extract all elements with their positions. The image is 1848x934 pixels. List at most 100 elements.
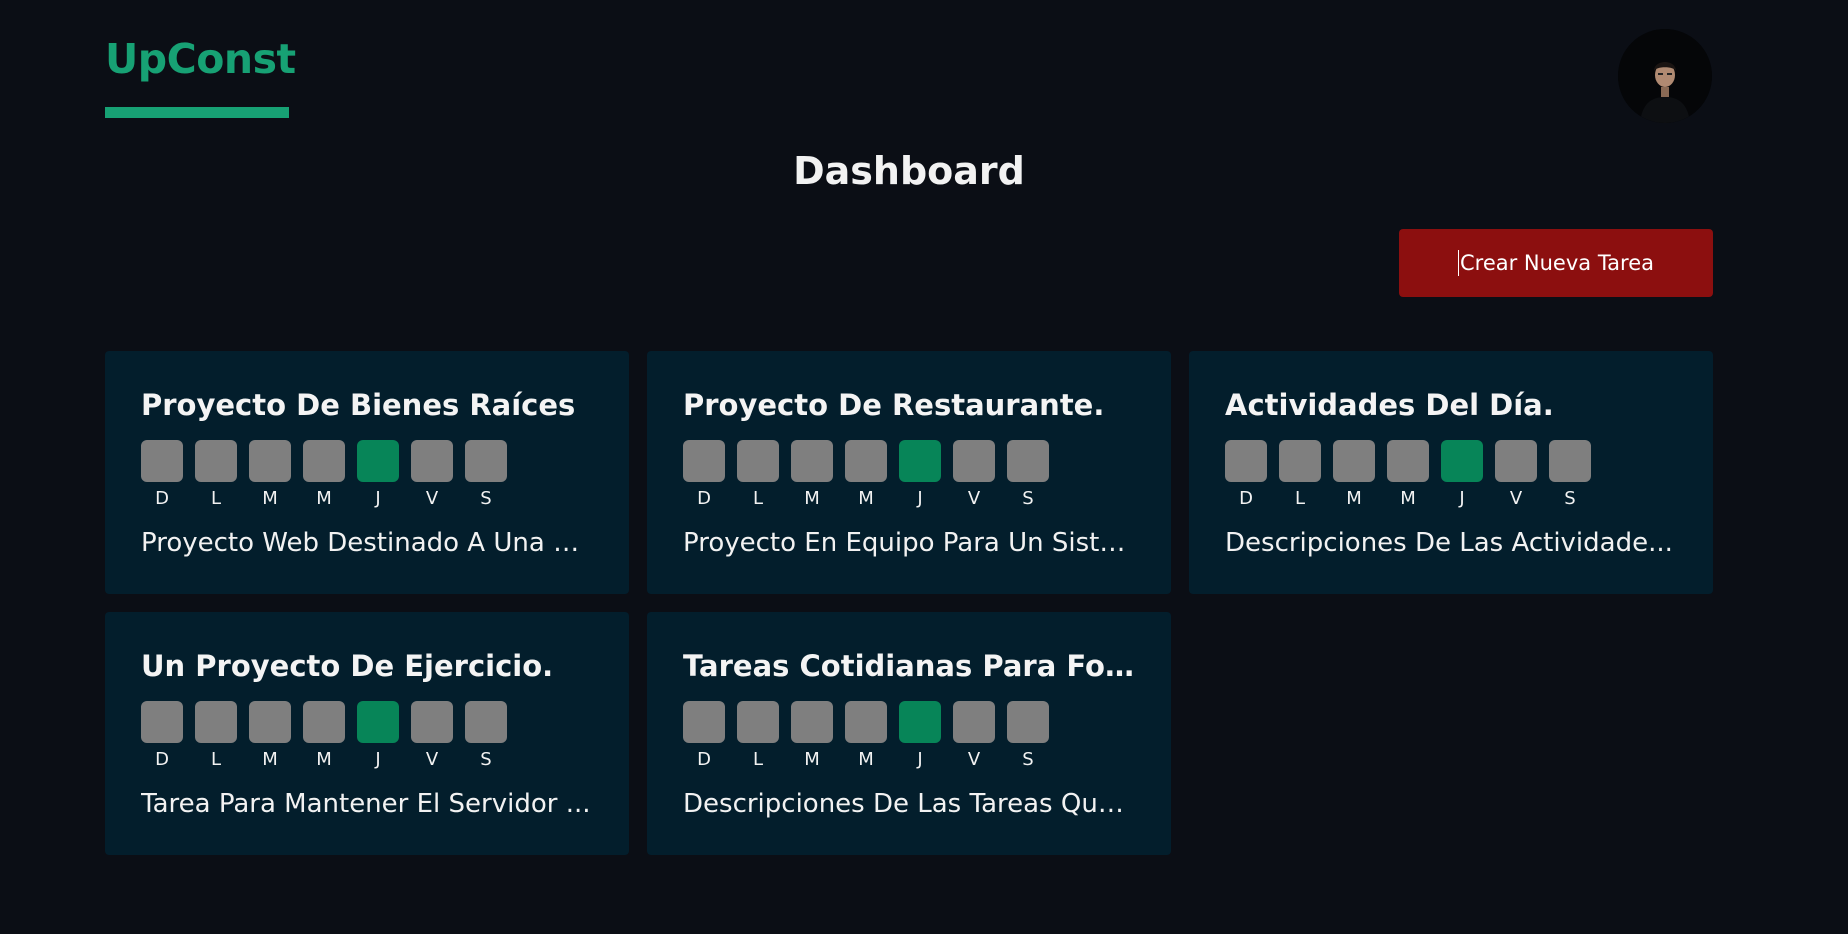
weekday-tracker: DLMMJVS — [683, 701, 1049, 771]
weekday-checkbox[interactable] — [683, 440, 725, 482]
weekday-item: M — [1333, 440, 1375, 510]
task-title: Proyecto De Restaurante. — [683, 388, 1105, 422]
weekday-label: M — [1400, 488, 1416, 509]
weekday-checkbox[interactable] — [953, 440, 995, 482]
weekday-item: L — [195, 440, 237, 510]
task-title: Proyecto De Bienes Raíces — [141, 388, 576, 422]
weekday-checkbox[interactable] — [737, 440, 779, 482]
weekday-checkbox[interactable] — [845, 701, 887, 743]
weekday-label: M — [804, 749, 820, 770]
weekday-checkbox[interactable] — [195, 701, 237, 743]
user-avatar-icon — [1618, 29, 1712, 123]
task-description: Tarea Para Mantener El Servidor ... — [141, 789, 591, 819]
brand-logo[interactable]: UpConst — [105, 34, 296, 84]
weekday-checkbox[interactable] — [411, 701, 453, 743]
weekday-label: D — [697, 488, 711, 509]
weekday-item: M — [791, 701, 833, 771]
weekday-checkbox[interactable] — [303, 440, 345, 482]
weekday-checkbox[interactable] — [1387, 440, 1429, 482]
weekday-item: M — [791, 440, 833, 510]
weekday-checkbox[interactable] — [249, 440, 291, 482]
weekday-label: V — [425, 488, 439, 509]
weekday-item: V — [411, 440, 453, 510]
weekday-checkbox[interactable] — [465, 440, 507, 482]
weekday-checkbox[interactable] — [357, 701, 399, 743]
weekday-checkbox[interactable] — [683, 701, 725, 743]
weekday-label: V — [967, 488, 981, 509]
weekday-checkbox[interactable] — [465, 701, 507, 743]
task-card[interactable]: Tareas Cotidianas Para Fort... D L M M J V S Des… — [647, 612, 1171, 855]
weekday-label: J — [1459, 488, 1465, 509]
weekday-item: L — [1279, 440, 1321, 510]
weekday-label: D — [1239, 488, 1253, 509]
weekday-label: M — [262, 749, 278, 770]
weekday-label: M — [804, 488, 820, 509]
weekday-label: V — [425, 749, 439, 770]
task-card[interactable]: Proyecto De Restaurante. D L M M J V S Proyecto … — [647, 351, 1171, 594]
weekday-checkbox[interactable] — [953, 701, 995, 743]
weekday-checkbox[interactable] — [411, 440, 453, 482]
weekday-checkbox[interactable] — [141, 701, 183, 743]
weekday-label: D — [697, 749, 711, 770]
weekday-item: S — [1007, 440, 1049, 510]
weekday-checkbox[interactable] — [141, 440, 183, 482]
weekday-label: V — [967, 749, 981, 770]
weekday-label: S — [480, 749, 492, 770]
weekday-item: J — [899, 701, 941, 771]
weekday-label: S — [1022, 488, 1034, 509]
weekday-tracker: DLMMJVS — [683, 440, 1049, 510]
weekday-checkbox[interactable] — [899, 701, 941, 743]
weekday-label: M — [316, 488, 332, 509]
task-card[interactable]: Un Proyecto De Ejercicio. D L M M J V S Tarea Pa… — [105, 612, 629, 855]
weekday-label: D — [155, 749, 169, 770]
weekday-item: S — [465, 701, 507, 771]
weekday-tracker: DLMMJVS — [141, 701, 507, 771]
weekday-label: S — [480, 488, 492, 509]
weekday-item: J — [357, 440, 399, 510]
weekday-checkbox[interactable] — [1495, 440, 1537, 482]
weekday-label: M — [262, 488, 278, 509]
weekday-item: M — [845, 440, 887, 510]
avatar[interactable] — [1618, 29, 1712, 123]
weekday-label: J — [375, 488, 381, 509]
weekday-checkbox[interactable] — [1279, 440, 1321, 482]
weekday-item: M — [249, 440, 291, 510]
task-title: Un Proyecto De Ejercicio. — [141, 649, 554, 683]
weekday-checkbox[interactable] — [845, 440, 887, 482]
weekday-item: V — [953, 440, 995, 510]
weekday-checkbox[interactable] — [1333, 440, 1375, 482]
weekday-checkbox[interactable] — [1007, 701, 1049, 743]
weekday-label: S — [1564, 488, 1576, 509]
weekday-item: J — [1441, 440, 1483, 510]
weekday-checkbox[interactable] — [249, 701, 291, 743]
weekday-checkbox[interactable] — [791, 701, 833, 743]
dashboard-page: UpConst Dashboard Crear Nueva Tarea Proy… — [0, 0, 1848, 934]
weekday-checkbox[interactable] — [899, 440, 941, 482]
weekday-tracker: DLMMJVS — [141, 440, 507, 510]
weekday-checkbox[interactable] — [1549, 440, 1591, 482]
weekday-checkbox[interactable] — [1007, 440, 1049, 482]
weekday-item: V — [953, 701, 995, 771]
weekday-item: D — [683, 440, 725, 510]
weekday-label: M — [316, 749, 332, 770]
task-description: Descripciones De Las Actividade... — [1225, 528, 1673, 558]
weekday-tracker: DLMMJVS — [1225, 440, 1591, 510]
text-cursor — [1457, 250, 1459, 276]
weekday-item: D — [1225, 440, 1267, 510]
weekday-checkbox[interactable] — [1441, 440, 1483, 482]
weekday-checkbox[interactable] — [1225, 440, 1267, 482]
weekday-checkbox[interactable] — [303, 701, 345, 743]
weekday-item: M — [249, 701, 291, 771]
weekday-label: L — [752, 488, 764, 509]
weekday-item: D — [141, 701, 183, 771]
weekday-item: M — [1387, 440, 1429, 510]
weekday-checkbox[interactable] — [791, 440, 833, 482]
weekday-checkbox[interactable] — [357, 440, 399, 482]
weekday-checkbox[interactable] — [737, 701, 779, 743]
create-task-button[interactable]: Crear Nueva Tarea — [1399, 229, 1713, 297]
task-card[interactable]: Actividades Del Día. D L M M J V S Descripciones… — [1189, 351, 1713, 594]
weekday-label: J — [917, 749, 923, 770]
weekday-checkbox[interactable] — [195, 440, 237, 482]
task-card[interactable]: Proyecto De Bienes Raíces D L M M J V S Proyecto… — [105, 351, 629, 594]
weekday-item: L — [737, 440, 779, 510]
